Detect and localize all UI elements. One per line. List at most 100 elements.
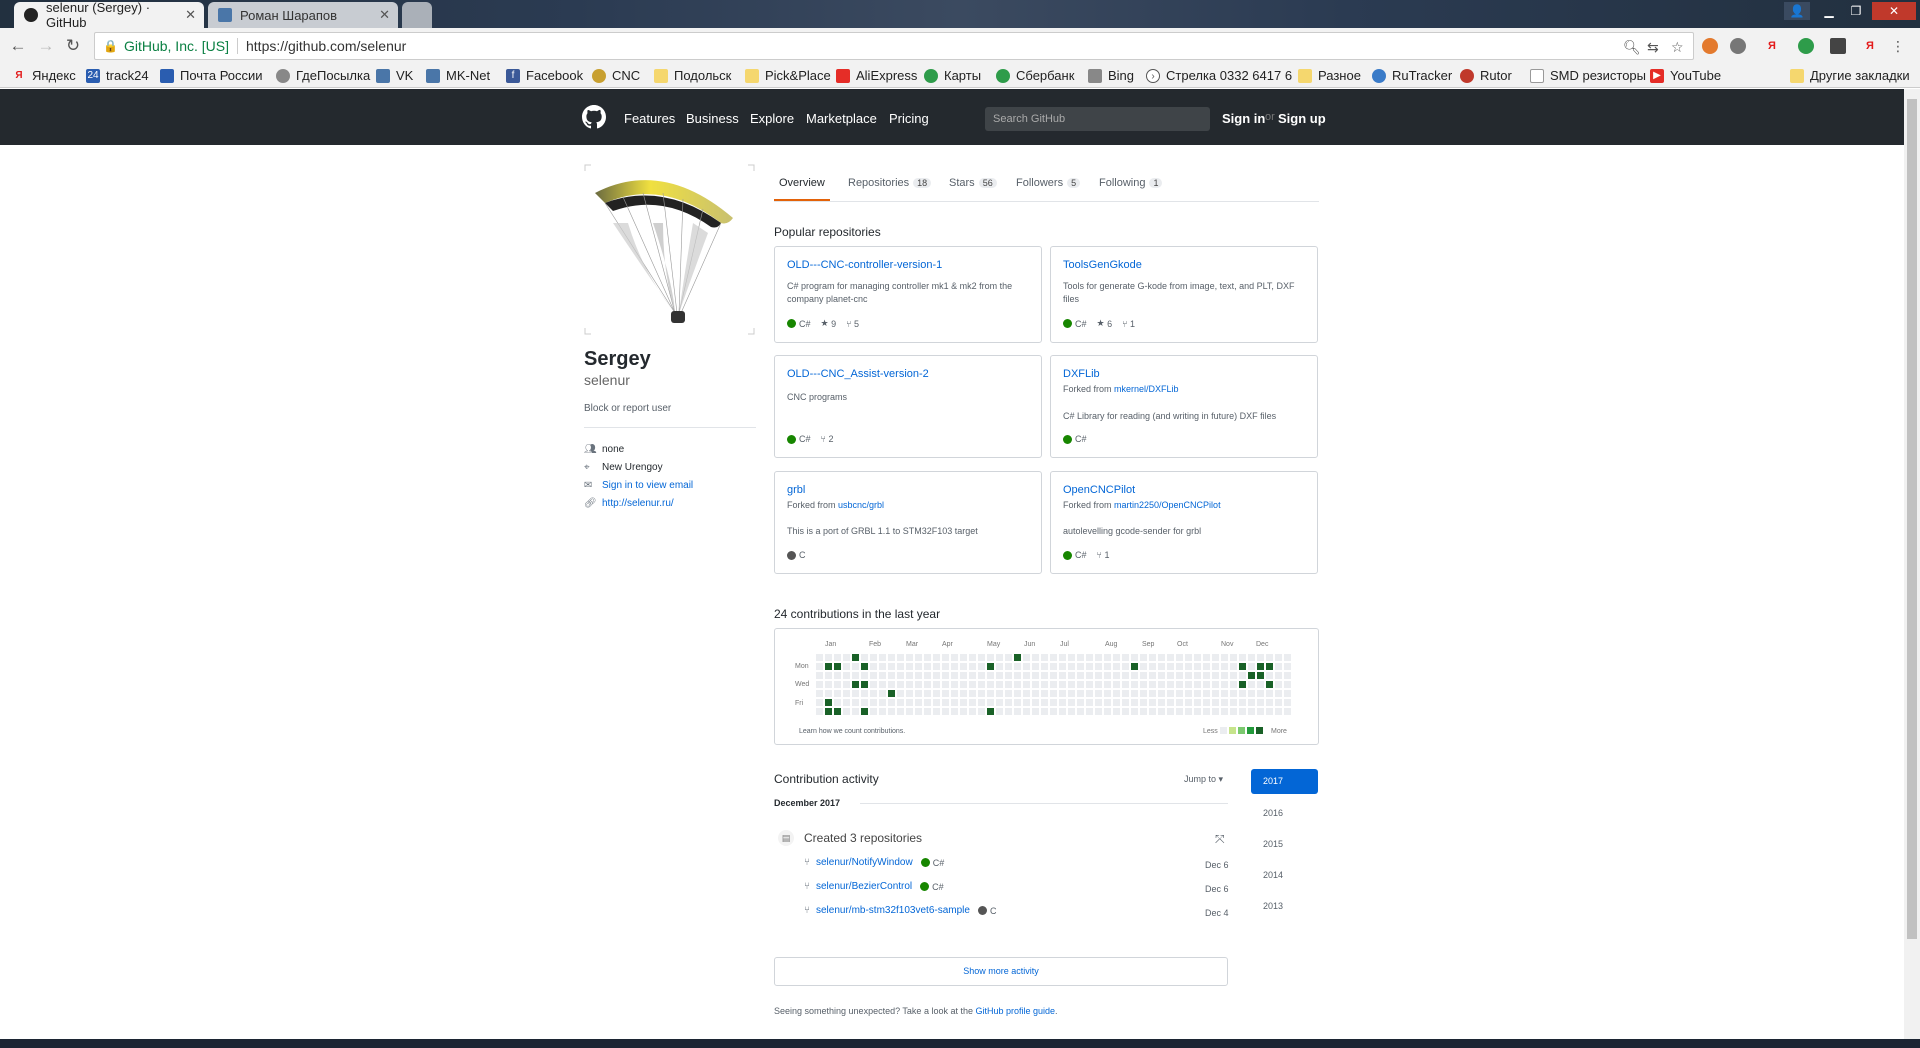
contribution-day-cell[interactable]	[978, 663, 985, 670]
contribution-day-cell[interactable]	[1257, 699, 1264, 706]
contribution-day-cell[interactable]	[852, 699, 859, 706]
contribution-day-cell[interactable]	[1185, 708, 1192, 715]
contribution-day-cell[interactable]	[1077, 681, 1084, 688]
contribution-day-cell[interactable]	[1113, 672, 1120, 679]
contribution-day-cell[interactable]	[1104, 654, 1111, 661]
contribution-day-cell[interactable]	[1149, 708, 1156, 715]
contribution-day-cell[interactable]	[1140, 681, 1147, 688]
contribution-day-cell[interactable]	[1248, 690, 1255, 697]
contribution-day-cell[interactable]	[1167, 708, 1174, 715]
contribution-day-cell[interactable]	[942, 708, 949, 715]
contribution-day-cell[interactable]	[870, 654, 877, 661]
close-window-icon[interactable]: ✕	[1872, 2, 1916, 20]
contribution-day-cell[interactable]	[1257, 681, 1264, 688]
extension-globe-icon[interactable]	[1730, 38, 1746, 54]
contribution-day-cell[interactable]	[969, 681, 976, 688]
contribution-day-cell[interactable]	[1185, 690, 1192, 697]
contribution-day-cell[interactable]	[1140, 672, 1147, 679]
contribution-day-cell[interactable]	[834, 672, 841, 679]
block-report-link[interactable]: Block or report user	[584, 403, 671, 414]
contribution-day-cell[interactable]	[870, 681, 877, 688]
contribution-day-cell[interactable]	[1131, 690, 1138, 697]
contribution-day-cell[interactable]	[852, 708, 859, 715]
address-bar[interactable]: 🔒 GitHub, Inc. [US] https://github.com/s…	[94, 32, 1694, 60]
contribution-day-cell[interactable]	[978, 708, 985, 715]
contribution-day-cell[interactable]	[1032, 681, 1039, 688]
contribution-day-cell[interactable]	[1176, 654, 1183, 661]
contribution-day-cell[interactable]	[825, 708, 832, 715]
contribution-day-cell[interactable]	[1275, 708, 1282, 715]
contribution-day-cell[interactable]	[933, 690, 940, 697]
contribution-day-cell[interactable]	[1131, 663, 1138, 670]
contribution-day-cell[interactable]	[1041, 699, 1048, 706]
contribution-day-cell[interactable]	[1059, 681, 1066, 688]
github-logo-icon[interactable]	[582, 105, 606, 129]
contribution-day-cell[interactable]	[861, 708, 868, 715]
contribution-day-cell[interactable]	[1194, 708, 1201, 715]
contribution-day-cell[interactable]	[1113, 708, 1120, 715]
contribution-day-cell[interactable]	[1032, 654, 1039, 661]
contribution-day-cell[interactable]	[1284, 681, 1291, 688]
contribution-day-cell[interactable]	[1194, 690, 1201, 697]
contribution-day-cell[interactable]	[834, 663, 841, 670]
contribution-day-cell[interactable]	[1050, 663, 1057, 670]
contribution-day-cell[interactable]	[1176, 681, 1183, 688]
contribution-day-cell[interactable]	[915, 690, 922, 697]
contribution-day-cell[interactable]	[924, 681, 931, 688]
contribution-day-cell[interactable]	[1095, 708, 1102, 715]
contribution-day-cell[interactable]	[1167, 690, 1174, 697]
contribution-day-cell[interactable]	[951, 663, 958, 670]
contribution-day-cell[interactable]	[888, 681, 895, 688]
contribution-day-cell[interactable]	[1122, 654, 1129, 661]
contribution-day-cell[interactable]	[825, 663, 832, 670]
contribution-day-cell[interactable]	[1176, 690, 1183, 697]
contribution-day-cell[interactable]	[1059, 663, 1066, 670]
contribution-day-cell[interactable]	[1212, 699, 1219, 706]
contribution-day-cell[interactable]	[1230, 708, 1237, 715]
contribution-day-cell[interactable]	[951, 708, 958, 715]
contribution-day-cell[interactable]	[1113, 699, 1120, 706]
contribution-day-cell[interactable]	[987, 699, 994, 706]
contribution-day-cell[interactable]	[897, 654, 904, 661]
contribution-day-cell[interactable]	[1203, 663, 1210, 670]
contribution-day-cell[interactable]	[942, 654, 949, 661]
contribution-day-cell[interactable]	[987, 690, 994, 697]
contribution-day-cell[interactable]	[879, 672, 886, 679]
contribution-day-cell[interactable]	[1140, 654, 1147, 661]
contribution-day-cell[interactable]	[1005, 690, 1012, 697]
repo-forks[interactable]: ⑂ 2	[821, 434, 834, 444]
contribution-day-cell[interactable]	[1068, 663, 1075, 670]
contribution-day-cell[interactable]	[870, 708, 877, 715]
contribution-day-cell[interactable]	[1077, 690, 1084, 697]
contribution-day-cell[interactable]	[1113, 654, 1120, 661]
contribution-day-cell[interactable]	[1113, 681, 1120, 688]
contribution-day-cell[interactable]	[1158, 654, 1165, 661]
contribution-day-cell[interactable]	[816, 681, 823, 688]
contribution-day-cell[interactable]	[1104, 663, 1111, 670]
bookmark-rutor[interactable]: Rutor	[1460, 68, 1512, 83]
bookmark-track24[interactable]: 24 track24	[86, 68, 149, 83]
contribution-day-cell[interactable]	[852, 681, 859, 688]
repo-card[interactable]: DXFLib Forked from mkernel/DXFLib C# Lib…	[1050, 355, 1318, 458]
contribution-day-cell[interactable]	[825, 699, 832, 706]
contribution-day-cell[interactable]	[906, 708, 913, 715]
contribution-day-cell[interactable]	[879, 699, 886, 706]
contribution-day-cell[interactable]	[1041, 672, 1048, 679]
bookmark-bing[interactable]: Bing	[1088, 68, 1134, 83]
contribution-day-cell[interactable]	[861, 672, 868, 679]
bookmark-folder-podolsk[interactable]: Подольск	[654, 68, 731, 83]
vcard-email[interactable]: ✉ Sign in to view email	[584, 480, 693, 491]
contribution-day-cell[interactable]	[1284, 690, 1291, 697]
contribution-day-cell[interactable]	[1032, 690, 1039, 697]
browser-tab-vk[interactable]: Роман Шарапов ✕	[208, 2, 398, 28]
contribution-day-cell[interactable]	[888, 699, 895, 706]
contribution-day-cell[interactable]	[1266, 690, 1273, 697]
contribution-day-cell[interactable]	[1086, 654, 1093, 661]
nav-pricing[interactable]: Pricing	[889, 111, 929, 126]
extension-notifications-icon[interactable]	[1830, 38, 1846, 54]
year-2016-button[interactable]: 2016	[1251, 801, 1318, 825]
repo-stars[interactable]: ★ 6	[1097, 318, 1113, 329]
contribution-day-cell[interactable]	[1059, 672, 1066, 679]
contribution-day-cell[interactable]	[1005, 681, 1012, 688]
contribution-day-cell[interactable]	[1275, 690, 1282, 697]
